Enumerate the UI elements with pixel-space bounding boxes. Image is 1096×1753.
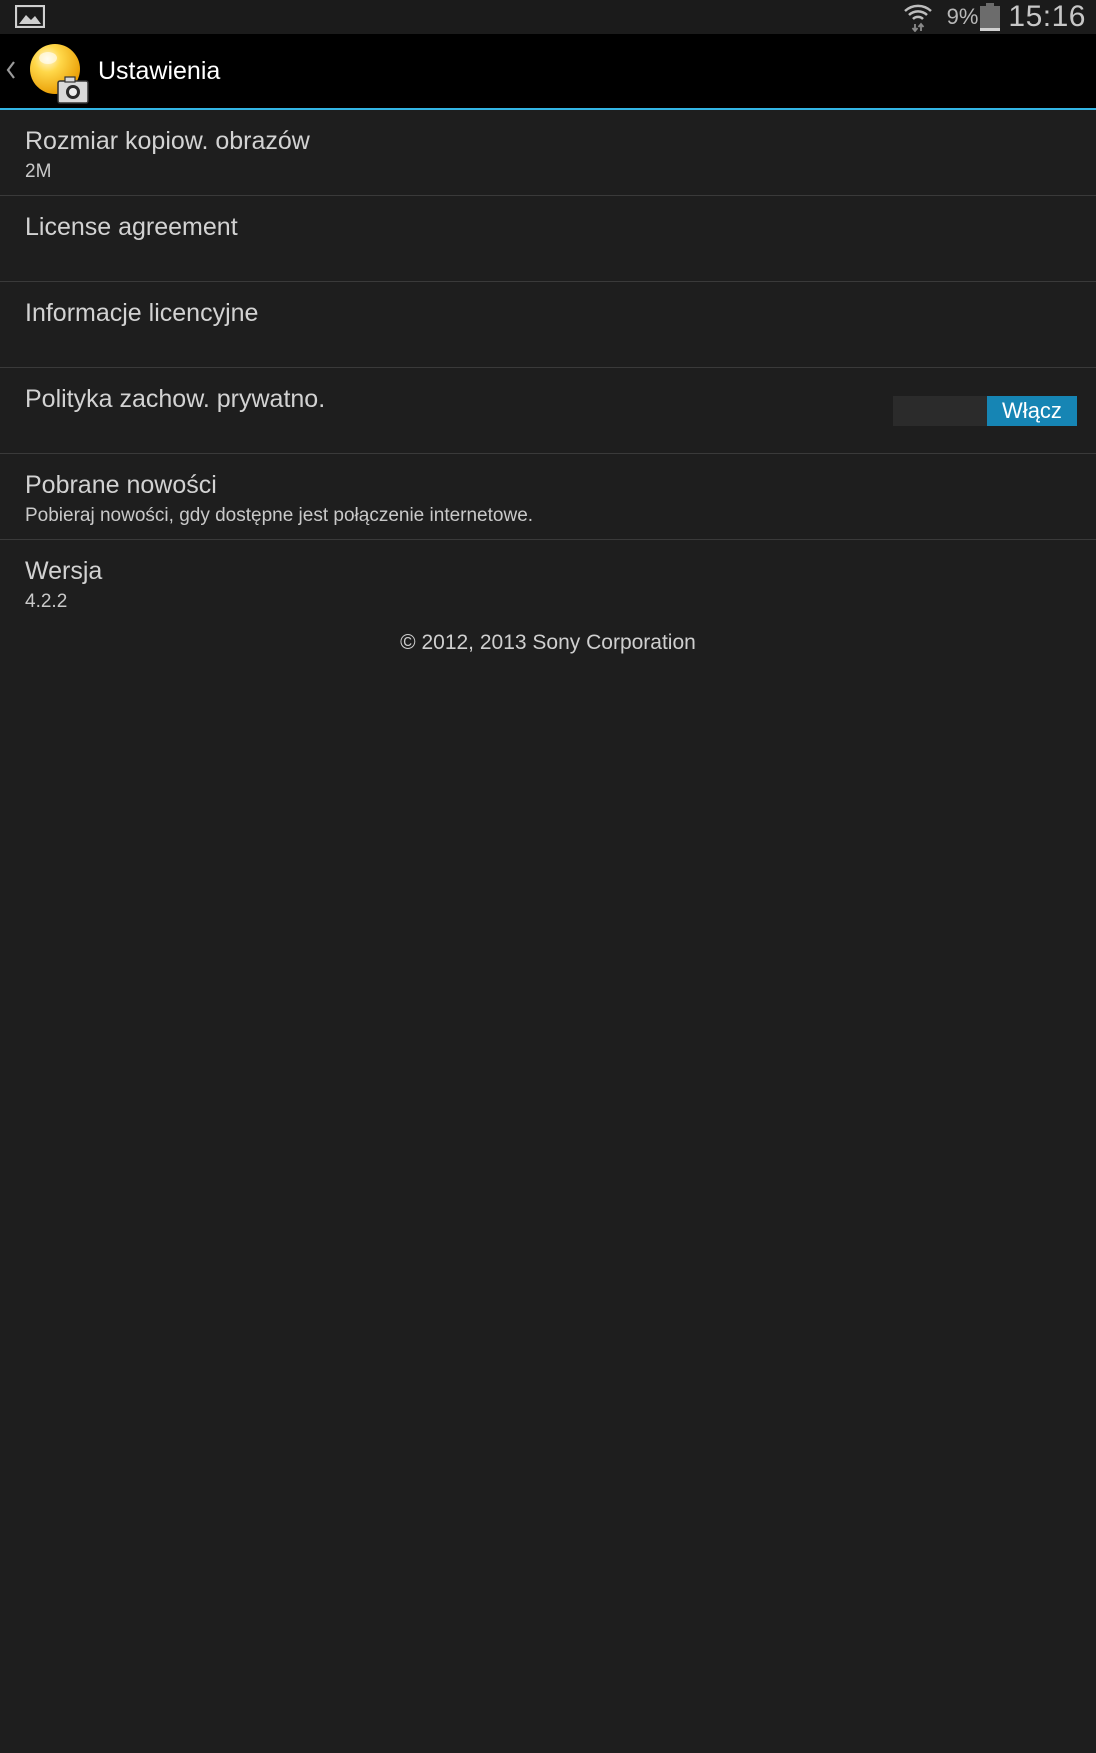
battery-icon [980,3,1001,31]
setting-title: License agreement [25,213,238,241]
setting-summary: 4.2.2 [25,591,68,612]
battery-percent: 9% [946,4,979,29]
status-clock: 15:16 [1008,0,1086,33]
setting-version: Wersja 4.2.2 [0,540,1096,625]
setting-license-info[interactable]: Informacje licencyjne [0,282,1096,368]
download-news-toggle[interactable]: Włącz [893,396,1077,426]
gallery-icon [15,5,45,28]
setting-title: Rozmiar kopiow. obrazów [25,127,310,155]
setting-image-copy-size[interactable]: Rozmiar kopiow. obrazów 2M [0,110,1096,196]
wifi-icon [903,4,932,32]
app-camera-globe-icon[interactable] [28,42,92,106]
setting-title: Wersja [25,557,103,585]
setting-title: Pobrane nowości [25,471,217,499]
setting-license-agreement[interactable]: License agreement [0,196,1096,282]
status-bar: 9% 15:16 [0,0,1096,34]
chevron-left-icon[interactable] [4,59,18,81]
setting-download-news[interactable]: Pobrane nowości Pobieraj nowości, gdy do… [0,454,1096,540]
setting-summary: Pobieraj nowości, gdy dostępne jest połą… [25,505,534,526]
action-bar: Ustawienia [0,34,1096,108]
status-indicators: 9% 15:16 [903,0,1086,34]
copyright-text: © 2012, 2013 Sony Corporation [400,631,696,654]
toggle-on-label: Włącz [987,396,1077,426]
setting-title: Polityka zachow. prywatno. [25,385,326,413]
settings-list: Rozmiar kopiow. obrazów 2M License agree… [0,110,1096,625]
setting-title: Informacje licencyjne [25,299,259,327]
page-title: Ustawienia [98,57,221,85]
settings-screen: 9% 15:16 Ustawienia Rozmiar kopiow. obra… [0,0,1096,1753]
setting-summary: 2M [25,161,52,182]
